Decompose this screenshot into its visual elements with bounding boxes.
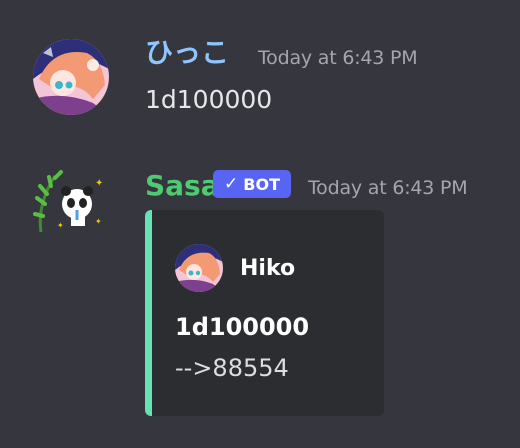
bot-badge-label: BOT: [243, 174, 280, 194]
embed-accent-bar: [145, 210, 152, 416]
embed-title: 1d100000: [175, 313, 310, 341]
message-timestamp: Today at 6:43 PM: [308, 177, 468, 199]
svg-text:✦: ✦: [95, 217, 102, 226]
bot-username[interactable]: Sasa: [145, 171, 220, 201]
message-content: 1d100000: [145, 85, 273, 114]
message-username[interactable]: ひっこ: [145, 38, 229, 68]
svg-text:✦: ✦: [95, 178, 103, 189]
message-timestamp: Today at 6:43 PM: [258, 47, 418, 69]
bot-badge: ✓ BOT: [213, 170, 291, 198]
check-icon: ✓: [224, 173, 239, 194]
bot-avatar[interactable]: ✦ ✦ ✦: [33, 164, 109, 240]
embed-description: -->88554: [175, 354, 289, 382]
svg-text:✦: ✦: [57, 221, 64, 230]
message-embed: Hiko 1d100000 -->88554: [145, 210, 384, 416]
embed-author-avatar[interactable]: [175, 244, 223, 292]
user-avatar[interactable]: [33, 39, 109, 115]
embed-author-name: Hiko: [240, 256, 296, 281]
